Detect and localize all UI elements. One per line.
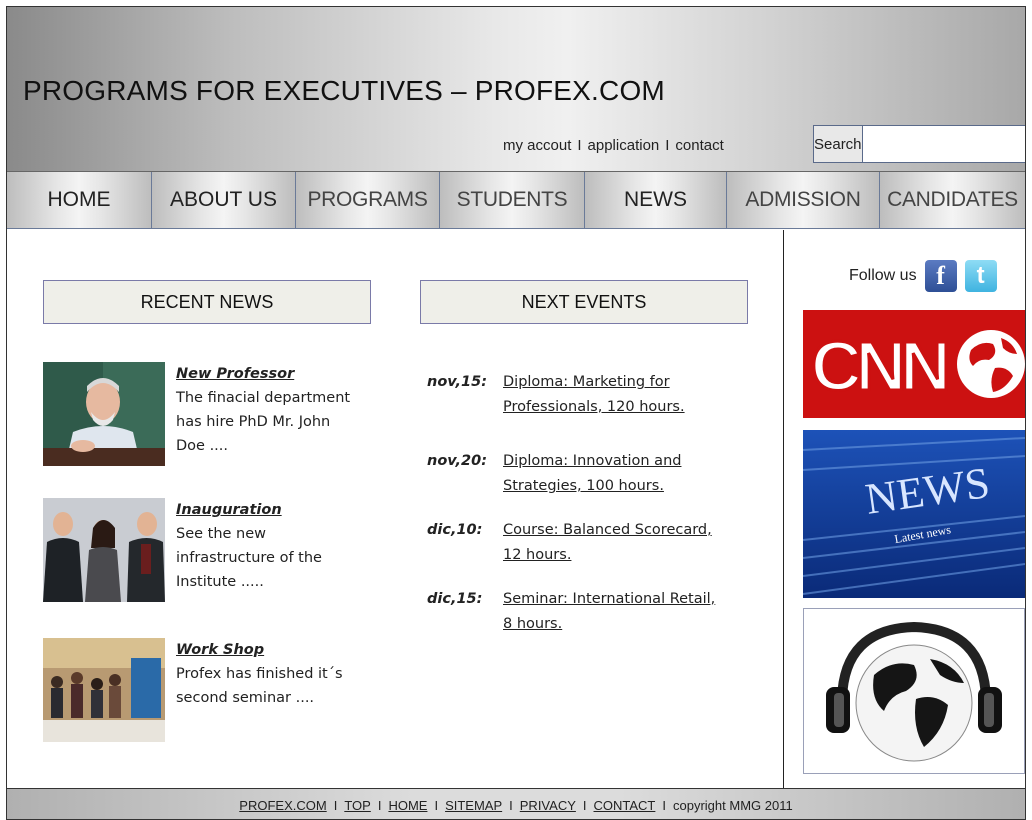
professor-photo[interactable] xyxy=(43,362,165,466)
news-title-link[interactable]: Inauguration xyxy=(176,498,356,522)
footer-link-profex[interactable]: PROFEX.COM xyxy=(239,798,326,813)
main-nav: HOME ABOUT US PROGRAMS STUDENTS NEWS ADM… xyxy=(7,172,1025,229)
separator: I xyxy=(333,797,338,813)
event-link[interactable]: Seminar: International Retail, 8 hours. xyxy=(503,587,723,637)
news-item: New Professor The finacial department ha… xyxy=(43,362,353,472)
separator: I xyxy=(582,797,587,813)
site-header: PROGRAMS FOR EXECUTIVES – PROFEX.COM my … xyxy=(7,7,1025,172)
cnn-logo-text: CNN xyxy=(811,327,946,405)
recent-news-heading: RECENT NEWS xyxy=(43,280,371,324)
contact-link[interactable]: contact xyxy=(675,137,723,154)
nav-news[interactable]: NEWS xyxy=(585,172,727,228)
news-body: Profex has finished it´s second seminar … xyxy=(176,666,343,706)
separator: I xyxy=(577,137,582,154)
main-content: RECENT NEWS NEXT EVENTS New Professor Th… xyxy=(7,230,1025,788)
nav-home[interactable]: HOME xyxy=(7,172,152,228)
event-link[interactable]: Diploma: Innovation and Strategies, 100 … xyxy=(503,449,723,499)
follow-us-label: Follow us xyxy=(849,267,917,284)
application-link[interactable]: application xyxy=(588,137,660,154)
follow-us: Follow us f t xyxy=(849,260,997,292)
news-item: Work Shop Profex has finished it´s secon… xyxy=(43,638,353,748)
news-text: New Professor The finacial department ha… xyxy=(176,362,356,458)
footer-link-sitemap[interactable]: SITEMAP xyxy=(445,798,502,813)
separator: I xyxy=(509,797,513,813)
my-account-link[interactable]: my accout xyxy=(503,137,571,154)
news-text: Inauguration See the new infrastructure … xyxy=(176,498,356,594)
event-link[interactable]: Course: Balanced Scorecard, 12 hours. xyxy=(503,518,723,568)
next-events-heading: NEXT EVENTS xyxy=(420,280,748,324)
news-text: Work Shop Profex has finished it´s secon… xyxy=(176,638,356,710)
cnn-banner[interactable]: CNN xyxy=(803,310,1025,418)
footer-link-top[interactable]: TOP xyxy=(344,798,371,813)
separator: I xyxy=(377,797,382,813)
news-title-link[interactable]: New Professor xyxy=(176,362,356,386)
news-banner[interactable]: NEWS Latest news xyxy=(803,430,1025,598)
site-footer: PROFEX.COM I TOP I HOME I SITEMAP I PRIVACY I… xyxy=(7,788,1025,819)
footer-link-home[interactable]: HOME xyxy=(388,798,427,813)
event-date: dic,10: xyxy=(427,522,483,538)
news-item: Inauguration See the new infrastructure … xyxy=(43,498,353,608)
separator: I xyxy=(434,797,439,813)
footer-link-privacy[interactable]: PRIVACY xyxy=(520,798,576,813)
nav-about-us[interactable]: ABOUT US xyxy=(152,172,296,228)
search-box: Search xyxy=(813,125,1025,163)
footer-link-contact[interactable]: CONTACT xyxy=(594,798,656,813)
utility-links: my accout Iapplication Icontact xyxy=(503,137,724,154)
workshop-photo[interactable] xyxy=(43,638,165,742)
event-link[interactable]: Diploma: Marketing for Professionals, 12… xyxy=(503,370,723,420)
nav-admission[interactable]: ADMISSION xyxy=(727,172,880,228)
event-date: dic,15: xyxy=(427,591,483,607)
nav-candidates[interactable]: CANDIDATES xyxy=(880,172,1025,228)
separator: I xyxy=(665,137,670,154)
twitter-icon[interactable]: t xyxy=(964,260,997,292)
nav-programs[interactable]: PROGRAMS xyxy=(296,172,440,228)
search-button[interactable]: Search xyxy=(814,126,863,162)
site-title: PROGRAMS FOR EXECUTIVES – PROFEX.COM xyxy=(23,75,665,106)
separator: I xyxy=(662,797,666,813)
event-date: nov,20: xyxy=(427,453,488,469)
sidebar-divider xyxy=(783,230,784,788)
news-title-link[interactable]: Work Shop xyxy=(176,638,356,662)
news-body: See the new infrastructure of the Instit… xyxy=(176,526,322,590)
globe-headphones-image[interactable] xyxy=(803,608,1025,774)
search-input[interactable] xyxy=(862,126,1025,162)
event-date: nov,15: xyxy=(427,374,488,390)
inauguration-photo[interactable] xyxy=(43,498,165,602)
facebook-icon[interactable]: f xyxy=(924,260,957,292)
news-body: The finacial department has hire PhD Mr.… xyxy=(176,390,351,454)
nav-students[interactable]: STUDENTS xyxy=(440,172,585,228)
copyright-text: copyright MMG 2011 xyxy=(673,797,793,813)
page-frame: PROGRAMS FOR EXECUTIVES – PROFEX.COM my … xyxy=(6,6,1026,820)
